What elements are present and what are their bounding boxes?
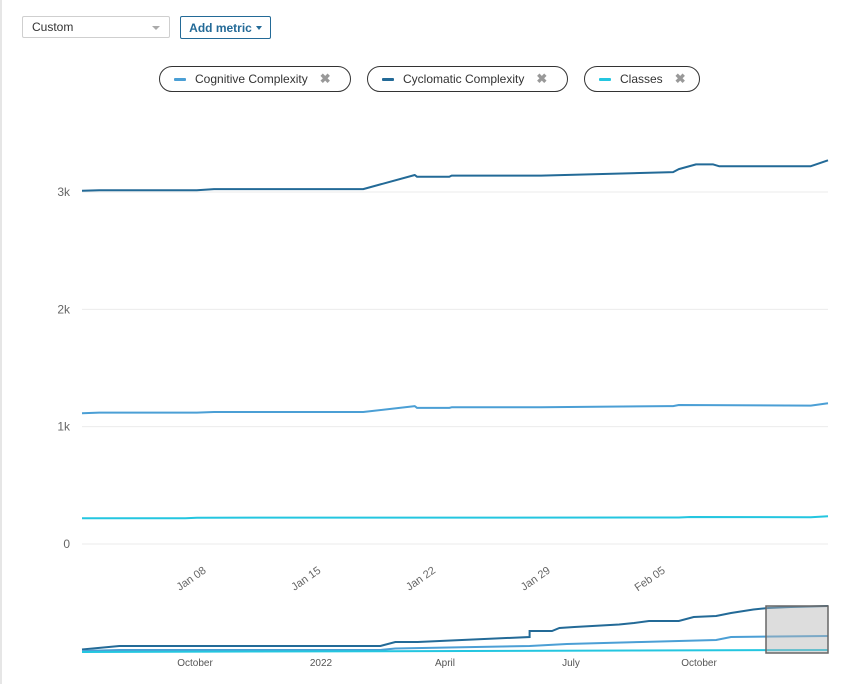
y-tick-label: 1k <box>57 420 71 434</box>
navigator-series-cyclomatic-complexity <box>81 605 829 651</box>
series-line-classes <box>82 515 829 520</box>
navigator-x-tick-label: April <box>435 658 455 669</box>
navigator-x-tick-label: October <box>681 658 717 669</box>
series-line-cyclomatic-complexity <box>81 159 829 192</box>
y-tick-label: 3k <box>57 185 71 199</box>
navigator-x-tick-label: 2022 <box>310 658 333 669</box>
x-tick-label: Jan 08 <box>175 565 209 594</box>
navigator-x-tick-label: July <box>562 658 580 669</box>
y-tick-label: 2k <box>57 302 71 316</box>
x-tick-label: Jan 15 <box>289 565 323 594</box>
chart-svg: 0 1k 2k 3k Jan 08 Jan 15 Jan 22 Jan 29 Feb 05 O… <box>57 159 829 669</box>
x-tick-label: Jan 29 <box>519 565 553 594</box>
navigator-x-tick-label: October <box>177 658 213 669</box>
x-tick-label: Feb 05 <box>633 565 668 594</box>
series-line-cognitive-complexity <box>81 402 829 415</box>
y-tick-label: 0 <box>63 537 70 551</box>
navigator-series-cognitive-complexity <box>81 635 829 652</box>
x-tick-label: Jan 22 <box>404 565 438 594</box>
navigator-range-selector[interactable] <box>765 605 829 654</box>
